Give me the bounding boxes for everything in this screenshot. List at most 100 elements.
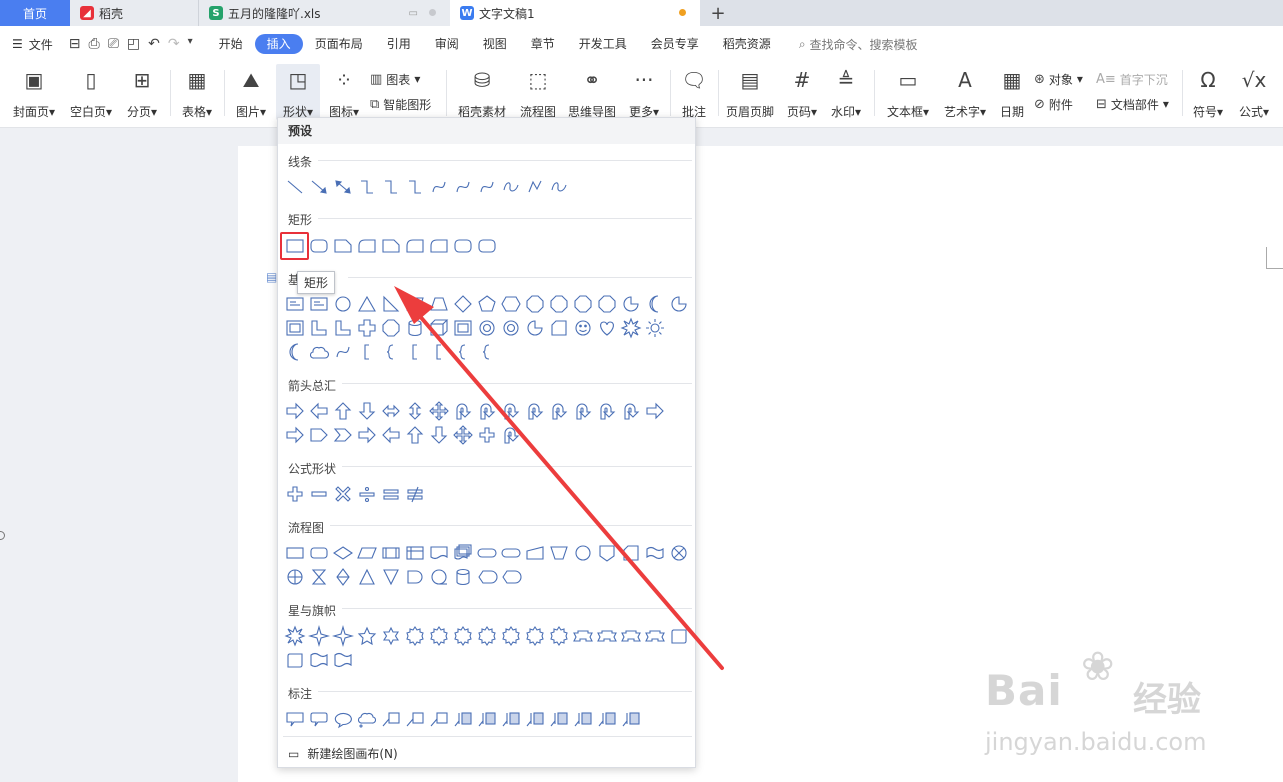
menu-view[interactable]: 视图 xyxy=(471,34,519,54)
shape-item-linecallout-icon[interactable] xyxy=(427,707,451,731)
shape-item-sumjunc-icon[interactable] xyxy=(667,541,691,565)
attachment-button[interactable]: ⊘ 附件 xyxy=(1034,94,1073,114)
shape-item-oct-icon[interactable] xyxy=(571,292,595,316)
shape-item-frame-icon[interactable] xyxy=(451,316,475,340)
menu-docer-resources[interactable]: 稻壳资源 xyxy=(711,34,783,54)
shape-item-elbow-icon[interactable] xyxy=(355,175,379,199)
shape-item-seal-icon[interactable] xyxy=(523,624,547,648)
shape-item-bracket-icon[interactable] xyxy=(403,340,427,364)
shape-item-moon-icon[interactable] xyxy=(643,292,667,316)
shape-item-oct-icon[interactable] xyxy=(547,292,571,316)
shape-item-linecallout-icon[interactable] xyxy=(379,707,403,731)
shape-item-terminator-icon[interactable] xyxy=(499,541,523,565)
shape-item-round1-icon[interactable] xyxy=(355,234,379,258)
shape-item-star6-icon[interactable] xyxy=(379,624,403,648)
menu-developer[interactable]: 开发工具 xyxy=(567,34,639,54)
shape-item-larrow-icon[interactable] xyxy=(307,399,331,423)
shape-item-freeform-icon[interactable] xyxy=(523,175,547,199)
shape-item-terminator-icon[interactable] xyxy=(475,541,499,565)
shape-item-uturn-icon[interactable] xyxy=(595,399,619,423)
shape-item-scribble-icon[interactable] xyxy=(547,175,571,199)
shape-item-curve-icon[interactable] xyxy=(475,175,499,199)
print-preview-icon[interactable]: ◰ xyxy=(127,36,140,52)
shape-item-trap-icon[interactable] xyxy=(427,292,451,316)
export-pdf-icon[interactable]: ⎙ xyxy=(89,36,100,52)
shape-item-bracket-icon[interactable] xyxy=(427,340,451,364)
shape-item-seal-icon[interactable] xyxy=(547,624,571,648)
cover-page-button[interactable]: ▣ 封面页▾ xyxy=(10,64,58,120)
shape-item-lshape-icon[interactable] xyxy=(307,316,331,340)
shape-item-diamond-icon[interactable] xyxy=(451,292,475,316)
shape-item-donut-icon[interactable] xyxy=(499,316,523,340)
tab-spreadsheet[interactable]: S 五月的隆隆吖.xls ▭ xyxy=(198,0,450,26)
shape-item-equal-icon[interactable] xyxy=(379,482,403,506)
command-search[interactable]: ⌕ 查找命令、搜索模板 xyxy=(799,36,918,53)
shape-item-multidoc-icon[interactable] xyxy=(451,541,475,565)
flowchart-button[interactable]: ⬚ 流程图 xyxy=(518,64,558,120)
shape-item-uturn-icon[interactable] xyxy=(619,399,643,423)
shape-item-mult-icon[interactable] xyxy=(331,482,355,506)
shape-item-burst-icon[interactable] xyxy=(283,624,307,648)
shape-item-oct-icon[interactable] xyxy=(523,292,547,316)
symbol-button[interactable]: Ω 符号▾ xyxy=(1188,64,1228,120)
shape-item-pent-icon[interactable] xyxy=(475,292,499,316)
shape-item-decision-icon[interactable] xyxy=(331,541,355,565)
page-number-button[interactable]: # 页码▾ xyxy=(782,64,822,120)
menu-section[interactable]: 章节 xyxy=(519,34,567,54)
header-footer-button[interactable]: ▤ 页眉页脚 xyxy=(724,64,776,120)
shape-item-card-icon[interactable] xyxy=(547,316,571,340)
shape-item-seal-icon[interactable] xyxy=(475,624,499,648)
shape-item-moon-icon[interactable] xyxy=(283,340,307,364)
shape-item-circle-icon[interactable] xyxy=(571,541,595,565)
shape-item-lrarrow-icon[interactable] xyxy=(379,399,403,423)
shape-item-rarrow-icon[interactable] xyxy=(355,423,379,447)
shape-item-data-icon[interactable] xyxy=(355,541,379,565)
formula-button[interactable]: √x 公式▾ xyxy=(1234,64,1274,120)
shape-item-sort-icon[interactable] xyxy=(331,565,355,589)
new-drawing-canvas-item[interactable]: ▭ 新建绘图画布(N) xyxy=(288,745,398,762)
shape-item-star5-icon[interactable] xyxy=(355,624,379,648)
undo-icon[interactable]: ↶ xyxy=(148,36,160,52)
shape-item-lshape-icon[interactable] xyxy=(331,316,355,340)
shape-item-tri-icon[interactable] xyxy=(355,292,379,316)
shape-item-pentarrow-icon[interactable] xyxy=(307,423,331,447)
shape-item-brace-icon[interactable] xyxy=(451,340,475,364)
shape-item-merge-icon[interactable] xyxy=(379,565,403,589)
shape-item-rrect-icon[interactable] xyxy=(307,234,331,258)
shape-item-cross-icon[interactable] xyxy=(355,316,379,340)
shape-item-barcallout-icon[interactable] xyxy=(571,707,595,731)
shape-item-rarrow-icon[interactable] xyxy=(283,399,307,423)
shape-item-seal-icon[interactable] xyxy=(403,624,427,648)
document-part-button[interactable]: ⊟ 文档部件 ▾ xyxy=(1096,94,1169,114)
shape-item-dblarrow-icon[interactable] xyxy=(331,175,355,199)
shape-item-orjunc-icon[interactable] xyxy=(283,565,307,589)
shape-item-round1-icon[interactable] xyxy=(403,234,427,258)
shape-item-uturn-icon[interactable] xyxy=(571,399,595,423)
redo-icon[interactable]: ↷ xyxy=(168,36,180,52)
shape-item-curve-icon[interactable] xyxy=(427,175,451,199)
shape-item-rarrow-icon[interactable] xyxy=(283,423,307,447)
shape-item-barcallout-icon[interactable] xyxy=(451,707,475,731)
chart-button[interactable]: ▥ 图表 ▾ xyxy=(370,69,420,89)
menu-insert[interactable]: 插入 xyxy=(254,34,303,54)
shape-item-uarrow-icon[interactable] xyxy=(331,399,355,423)
shape-item-internal-icon[interactable] xyxy=(403,541,427,565)
shape-item-elbow-icon[interactable] xyxy=(379,175,403,199)
menu-review[interactable]: 审阅 xyxy=(423,34,471,54)
shape-item-ribbon-icon[interactable] xyxy=(595,624,619,648)
shape-item-ribbon-icon[interactable] xyxy=(619,624,643,648)
shape-item-para-icon[interactable] xyxy=(403,292,427,316)
shape-item-uturn-icon[interactable] xyxy=(499,399,523,423)
shape-item-bracket-icon[interactable] xyxy=(355,340,379,364)
shape-item-cube-icon[interactable] xyxy=(427,316,451,340)
shape-item-card-icon[interactable] xyxy=(619,541,643,565)
wordart-button[interactable]: A 艺术字▾ xyxy=(940,64,990,120)
shape-item-rrect-icon[interactable] xyxy=(475,234,499,258)
shape-item-pie-icon[interactable] xyxy=(667,292,691,316)
shape-item-cyl-icon[interactable] xyxy=(451,565,475,589)
shape-item-cloudcallout-icon[interactable] xyxy=(355,707,379,731)
shape-item-circle-icon[interactable] xyxy=(331,292,355,316)
tab-document[interactable]: W 文字文稿1 xyxy=(450,0,700,26)
shape-item-rrect-icon[interactable] xyxy=(451,234,475,258)
menu-references[interactable]: 引用 xyxy=(375,34,423,54)
